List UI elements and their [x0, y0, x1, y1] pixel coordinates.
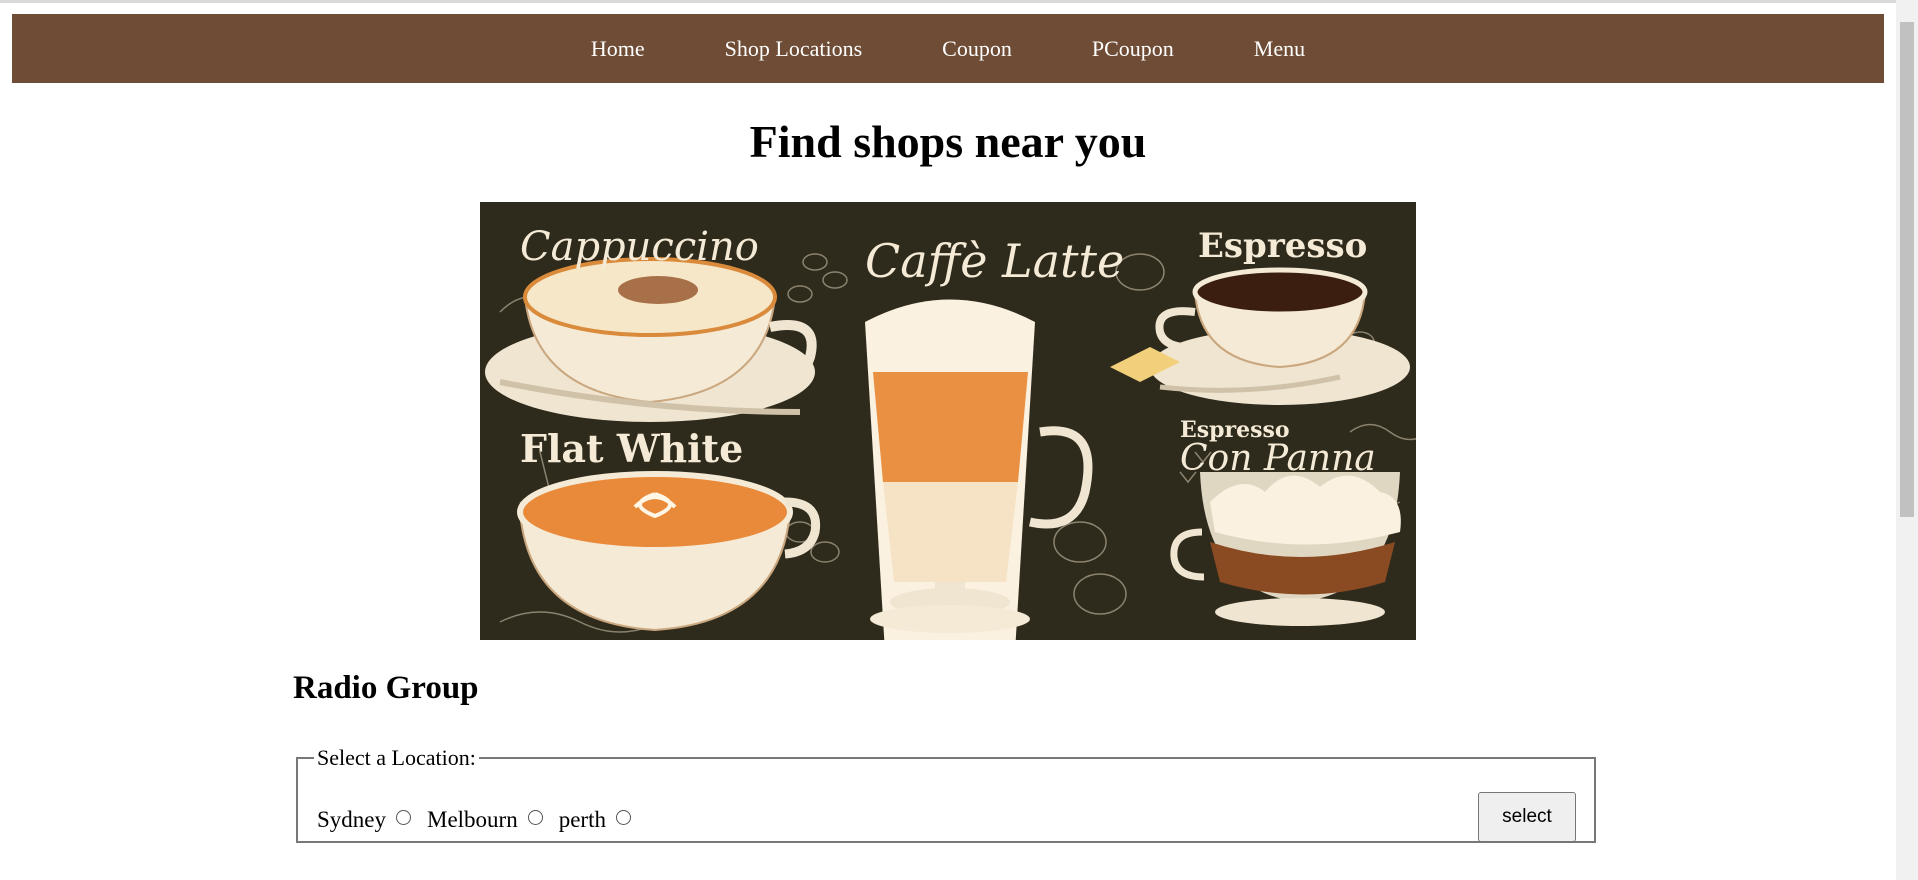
- coffee-illustration: Cappuccino Caffè Latte Espresso Flat Whi…: [480, 202, 1416, 640]
- coffee-menu-hero-image: Cappuccino Caffè Latte Espresso Flat Whi…: [480, 202, 1416, 640]
- nav-link-menu[interactable]: Menu: [1254, 36, 1305, 62]
- browser-top-edge: [0, 0, 1918, 3]
- radio-sydney[interactable]: [396, 809, 411, 825]
- page-title: Find shops near you: [749, 116, 1147, 167]
- radio-label-sydney: Sydney: [317, 807, 386, 832]
- nav-link-home[interactable]: Home: [591, 36, 645, 62]
- location-legend: Select a Location:: [317, 745, 476, 770]
- vertical-scrollbar[interactable]: [1896, 0, 1918, 880]
- radio-label-perth: perth: [558, 807, 606, 832]
- nav-link-shop-locations[interactable]: Shop Locations: [725, 36, 863, 62]
- radio-melbourn[interactable]: [527, 809, 543, 825]
- top-navigation-bar: Home Shop Locations Coupon PCoupon Menu: [12, 14, 1884, 83]
- caffe-latte-label: Caffè Latte: [865, 234, 1124, 288]
- nav-link-coupon[interactable]: Coupon: [942, 36, 1012, 62]
- radio-perth[interactable]: [615, 809, 631, 825]
- espresso-label: Espresso: [1198, 226, 1367, 266]
- con-panna-label: Con Panna: [1180, 438, 1376, 479]
- nav-link-pcoupon[interactable]: PCoupon: [1092, 36, 1174, 62]
- flat-white-label: Flat White: [520, 426, 743, 471]
- select-button[interactable]: select: [1478, 792, 1576, 842]
- cappuccino-label: Cappuccino: [520, 224, 759, 270]
- radio-group-heading: Radio Group: [293, 670, 479, 706]
- location-fieldset: Select a Location: Sydney Melbourn perth…: [296, 745, 1596, 843]
- radio-label-melbourn: Melbourn: [427, 807, 518, 832]
- scrollbar-thumb[interactable]: [1900, 22, 1914, 517]
- location-radio-options: Sydney Melbourn perth: [317, 807, 647, 833]
